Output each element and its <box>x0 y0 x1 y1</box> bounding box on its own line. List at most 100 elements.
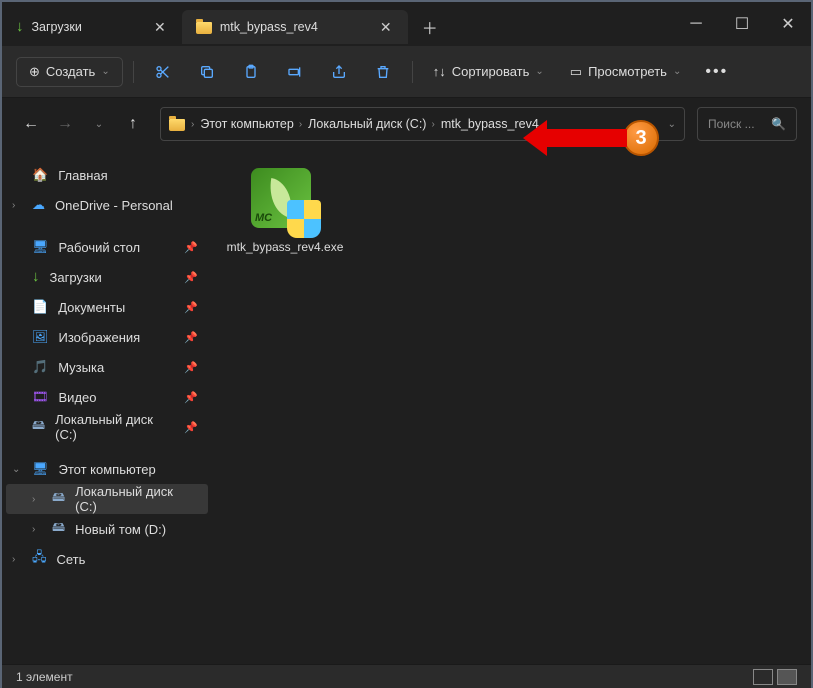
sidebar-item-label: Сеть <box>57 552 86 567</box>
chevron-right-icon: › <box>32 494 35 505</box>
drive-icon: 🖴 <box>52 518 65 540</box>
forward-button[interactable]: → <box>50 109 80 139</box>
pin-icon: 📌 <box>184 241 198 254</box>
chevron-down-icon[interactable]: ⌄ <box>668 119 676 130</box>
sidebar-item-drive-c-tree[interactable]: › 🖴 Локальный диск (C:) <box>6 484 208 514</box>
sidebar-item-videos[interactable]: 🎞 Видео 📌 <box>6 382 208 412</box>
sidebar-item-label: Изображения <box>59 330 141 345</box>
sidebar-item-desktop[interactable]: 🖥 Рабочий стол 📌 <box>6 232 208 262</box>
minimize-button[interactable]: ─ <box>673 4 719 44</box>
maximize-button[interactable]: ☐ <box>719 4 765 44</box>
icons-view-button[interactable] <box>777 669 797 685</box>
breadcrumb[interactable]: Локальный диск (C:)› <box>308 117 435 131</box>
chevron-down-icon: ⌄ <box>101 66 109 77</box>
sidebar-item-network[interactable]: › 🖧 Сеть <box>6 544 208 574</box>
network-icon: 🖧 <box>32 548 47 570</box>
close-icon[interactable]: ✕ <box>374 15 398 39</box>
folder-icon <box>169 119 185 131</box>
rename-button[interactable] <box>276 55 314 89</box>
search-placeholder: Поиск ... <box>708 117 755 131</box>
status-bar: 1 элемент <box>2 664 811 688</box>
tab-downloads[interactable]: ↓ Загрузки ✕ <box>2 10 182 44</box>
exe-icon: MC <box>251 168 319 236</box>
sidebar-item-label: Этот компьютер <box>59 462 156 477</box>
title-bar: ↓ Загрузки ✕ mtk_bypass_rev4 ✕ ＋ ─ ☐ ✕ <box>2 2 811 46</box>
file-label: mtk_bypass_rev4.exe <box>227 240 344 256</box>
tab-label: mtk_bypass_rev4 <box>220 20 318 34</box>
pin-icon: 📌 <box>184 301 198 314</box>
paste-button[interactable] <box>232 55 270 89</box>
copy-button[interactable] <box>188 55 226 89</box>
sidebar-item-label: Документы <box>58 300 125 315</box>
sidebar-item-documents[interactable]: 📄 Документы 📌 <box>6 292 208 322</box>
sort-label: Сортировать <box>452 64 530 79</box>
download-icon: ↓ <box>32 268 40 285</box>
sidebar-item-home[interactable]: 🏠 Главная <box>6 160 208 190</box>
music-icon: 🎵 <box>32 359 48 375</box>
search-icon: 🔍 <box>771 117 786 131</box>
drive-icon: 🖴 <box>32 416 45 438</box>
toolbar: ⊕ Создать ⌄ ↑↓ Сортировать ⌄ ▭ Просмотре… <box>2 46 811 98</box>
sidebar-item-downloads[interactable]: ↓ Загрузки 📌 <box>6 262 208 292</box>
pc-icon: 🖥 <box>32 461 49 477</box>
home-icon: 🏠 <box>32 167 48 183</box>
sidebar-item-music[interactable]: 🎵 Музыка 📌 <box>6 352 208 382</box>
close-icon[interactable]: ✕ <box>148 15 172 39</box>
recent-button[interactable]: ⌄ <box>84 109 114 139</box>
desktop-icon: 🖥 <box>32 239 49 255</box>
window-controls: ─ ☐ ✕ <box>673 4 811 44</box>
tab-current-folder[interactable]: mtk_bypass_rev4 ✕ <box>182 10 408 44</box>
chevron-right-icon: › <box>12 554 15 565</box>
sidebar-item-label: Новый том (D:) <box>75 522 166 537</box>
video-icon: 🎞 <box>32 389 49 405</box>
sort-icon: ↑↓ <box>433 64 446 79</box>
sidebar-item-pictures[interactable]: 🖼 Изображения 📌 <box>6 322 208 352</box>
sidebar-item-drive-c[interactable]: 🖴 Локальный диск (C:) 📌 <box>6 412 208 442</box>
details-view-button[interactable] <box>753 669 773 685</box>
delete-button[interactable] <box>364 55 402 89</box>
chevron-right-icon: › <box>191 119 194 130</box>
breadcrumb[interactable]: Этот компьютер› <box>200 117 302 131</box>
pic-icon: 🖼 <box>32 329 49 345</box>
chevron-right-icon: › <box>12 200 15 211</box>
tab-label: Загрузки <box>32 20 82 34</box>
back-button[interactable]: ← <box>16 109 46 139</box>
file-pane[interactable]: MC mtk_bypass_rev4.exe <box>212 150 811 664</box>
sidebar-item-label: Локальный диск (C:) <box>55 412 174 442</box>
up-button[interactable]: ↑ <box>118 109 148 139</box>
navigation-bar: ← → ⌄ ↑ › Этот компьютер› Локальный диск… <box>2 98 811 150</box>
chevron-right-icon: › <box>32 524 35 535</box>
view-label: Просмотреть <box>588 64 667 79</box>
search-input[interactable]: Поиск ... 🔍 <box>697 107 797 141</box>
uac-shield-icon <box>287 200 321 238</box>
new-button[interactable]: ⊕ Создать ⌄ <box>16 57 123 87</box>
sidebar: 🏠 Главная › ☁ OneDrive - Personal 🖥 Рабо… <box>2 150 212 664</box>
drive-icon: 🖴 <box>52 488 65 510</box>
sidebar-item-label: OneDrive - Personal <box>55 198 173 213</box>
sidebar-item-drive-d[interactable]: › 🖴 Новый том (D:) <box>6 514 208 544</box>
sort-button[interactable]: ↑↓ Сортировать ⌄ <box>423 58 554 85</box>
doc-icon: 📄 <box>32 299 48 315</box>
sidebar-item-this-pc[interactable]: ⌄ 🖥 Этот компьютер <box>6 454 208 484</box>
close-window-button[interactable]: ✕ <box>765 4 811 44</box>
more-button[interactable]: ••• <box>697 63 736 81</box>
sidebar-item-label: Рабочий стол <box>59 240 141 255</box>
sidebar-item-label: Локальный диск (C:) <box>75 484 198 514</box>
sidebar-item-label: Главная <box>58 168 107 183</box>
pin-icon: 📌 <box>184 361 198 374</box>
chevron-down-icon: ⌄ <box>12 464 20 475</box>
sidebar-item-onedrive[interactable]: › ☁ OneDrive - Personal <box>6 190 208 220</box>
sidebar-item-label: Музыка <box>58 360 104 375</box>
sidebar-item-label: Загрузки <box>50 270 102 285</box>
file-item[interactable]: MC mtk_bypass_rev4.exe <box>230 168 340 256</box>
cloud-icon: ☁ <box>32 197 45 213</box>
download-icon: ↓ <box>16 18 24 35</box>
new-tab-button[interactable]: ＋ <box>414 11 446 43</box>
view-button[interactable]: ▭ Просмотреть ⌄ <box>560 58 692 86</box>
chevron-down-icon: ⌄ <box>535 66 543 77</box>
sidebar-item-label: Видео <box>59 390 97 405</box>
pin-icon: 📌 <box>184 271 198 284</box>
annotation-step-badge: 3 <box>623 120 659 156</box>
cut-button[interactable] <box>144 55 182 89</box>
share-button[interactable] <box>320 55 358 89</box>
